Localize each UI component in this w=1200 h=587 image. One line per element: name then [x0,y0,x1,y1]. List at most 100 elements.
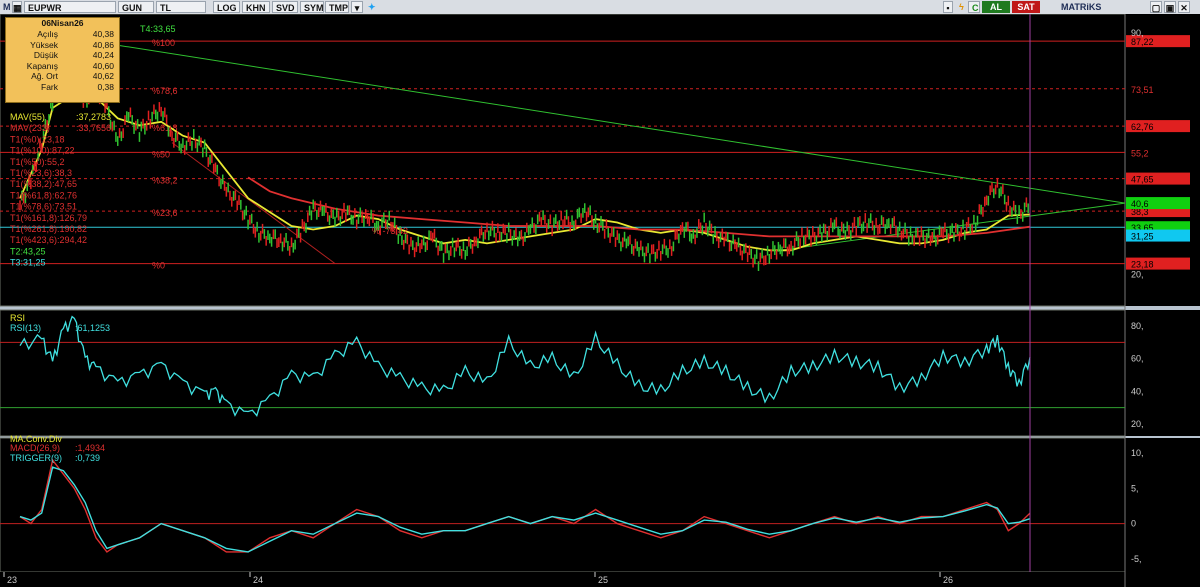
y-tick: 90, [1131,28,1144,38]
minimize-icon[interactable]: ▢ [1150,1,1162,13]
refresh-icon[interactable]: C [968,1,980,13]
indicator-label: T1(%23,6):38,3 [10,168,72,178]
info-value: 40,24 [92,50,114,61]
tmp-button[interactable]: TMP [325,1,349,13]
indicator-label: T1(%423,6):294,42 [10,235,87,245]
info-value: 40,86 [92,39,114,50]
fib-tag-text: 73,51 [1131,85,1154,95]
y-tick: 20, [1131,270,1144,280]
alert-icon[interactable]: ▪ [943,1,953,13]
x-tick-label: 25 [598,575,608,585]
price-tag-text: 31,25 [1131,232,1154,242]
macd-value-label: :1,4934 [75,443,105,453]
brand-label: MATRiKS [1061,2,1102,12]
khn-button[interactable]: KHN [242,1,270,13]
info-label: Ağ. Ort [31,71,58,82]
info-row: Fark 0,38 [6,82,119,93]
fib-label: %23,6 [152,208,178,218]
info-value: 40,62 [92,71,114,82]
rsi-value-label: :61,1253 [75,323,110,333]
rsi-y-tick: 60, [1131,354,1144,364]
macd-series-label: MACD(26,9) [10,443,60,453]
info-label: Düşük [33,50,58,61]
info-box: 06Nisan26 Açılış 40,38 Yüksek 40,86 Düşük 40,… [5,17,120,103]
indicator-label: T3:31,25 [10,258,46,268]
indicator-label: T2:43,25 [10,246,46,256]
indicator-label: T1(%100):87,22 [10,146,75,156]
info-value: 40,38 [92,29,114,39]
rsi-series-label: RSI(13) [10,323,41,333]
chart-area: %100 87,22%78,6 73,51%61,8 62,76%50 55,2%38,… [0,14,1200,587]
sell-button[interactable]: SAT [1012,1,1040,13]
macd-y-tick: 10, [1131,448,1144,458]
fib-tag-text: 55,2 [1131,148,1149,158]
chevron-down-icon[interactable]: ▾ [351,1,363,13]
rsi-panel [0,309,1126,437]
currency-button[interactable]: TL [156,1,206,13]
info-row: Açılış 40,38 [6,29,119,40]
period-button[interactable]: GUN [118,1,154,13]
price-tag-text: 40,6 [1131,199,1149,209]
x-tick-label: 26 [943,575,953,585]
indicator-label: T1(%261,8):190,82 [10,224,87,234]
indicator-label: MAV(233) [10,123,50,133]
indicator-labels: MAV(55) :37,2783 MAV(233) :33,7656 T1(%0):23… [10,112,111,268]
maximize-icon[interactable]: ▣ [1164,1,1176,13]
indicator-value: :33,7656 [76,123,111,133]
fib-tag-text: 87,22 [1131,37,1154,47]
info-row: Ağ. Ort 40,62 [6,71,119,82]
indicator-label: T1(%161,8):126,79 [10,213,87,223]
log-button[interactable]: LOG [213,1,240,13]
indicator-label: MAV(55) [10,112,45,122]
fib-label: %78,6 [152,86,178,96]
rsi-title: RSI [10,313,25,323]
trigger-value-label: :0,739 [75,453,100,463]
indicator-value: :37,2783 [76,112,111,122]
macd-y-tick: 5, [1131,483,1139,493]
fib-label: %38,2 [152,176,178,186]
info-value: 0,38 [97,81,114,92]
macd-axis [1125,438,1200,572]
info-label: Açılış [37,29,58,39]
x-tick-label: 23 [7,575,17,585]
indicator-label: T1(%78,6):73,51 [10,202,77,212]
buy-button[interactable]: AL [982,1,1010,13]
indicator-label: T1(%61,8):62,76 [10,190,77,200]
indicator-label: T1(%0):23,18 [10,134,65,144]
trigger-series-label: TRIGGER(9) [10,453,62,463]
app-logo: M [3,2,11,12]
symbol-field[interactable]: EUPWR [24,1,116,13]
indicator-label: T1(%50):55,2 [10,157,65,167]
toolbar: M ▦ EUPWR GUN TL LOG KHN SVD SYM TMP ▾ ✦… [0,0,1200,15]
indicator-label: T1(%38,2):47,65 [10,179,77,189]
rsi-y-tick: 20, [1131,419,1144,429]
info-row: Düşük 40,24 [6,50,119,61]
diag-label: % -73,42 [372,226,408,236]
fib-tag-text: 62,76 [1131,122,1154,132]
info-row: Yüksek 40,86 [6,40,119,51]
fib-label: %100 [152,38,175,48]
info-date: 06Nisan26 [41,18,84,28]
price-panel [0,14,1126,307]
rsi-y-tick: 40, [1131,386,1144,396]
t4-label: T4:33,65 [140,24,176,34]
fib-tag-text: 47,65 [1131,175,1154,185]
settings-icon[interactable]: ▦ [12,1,22,13]
x-tick-label: 24 [253,575,263,585]
info-value: 40,60 [92,60,114,71]
info-label: Kapanış [26,60,58,71]
twitter-icon[interactable]: ✦ [365,1,379,13]
rsi-y-tick: 80, [1131,321,1144,331]
svd-button[interactable]: SVD [272,1,298,13]
fib-label: %50 [152,149,170,159]
lightning-icon[interactable]: ϟ [956,1,966,13]
close-icon[interactable]: ✕ [1178,1,1190,13]
info-label: Yüksek [30,39,58,50]
macd-panel [0,437,1126,573]
fib-label: %0 [152,261,165,271]
info-row: Kapanış 40,60 [6,61,119,72]
fib-tag-text: 23,18 [1131,260,1154,270]
macd-y-tick: -5, [1131,554,1142,564]
sym-button[interactable]: SYM [300,1,324,13]
macd-y-tick: 0 [1131,519,1136,529]
